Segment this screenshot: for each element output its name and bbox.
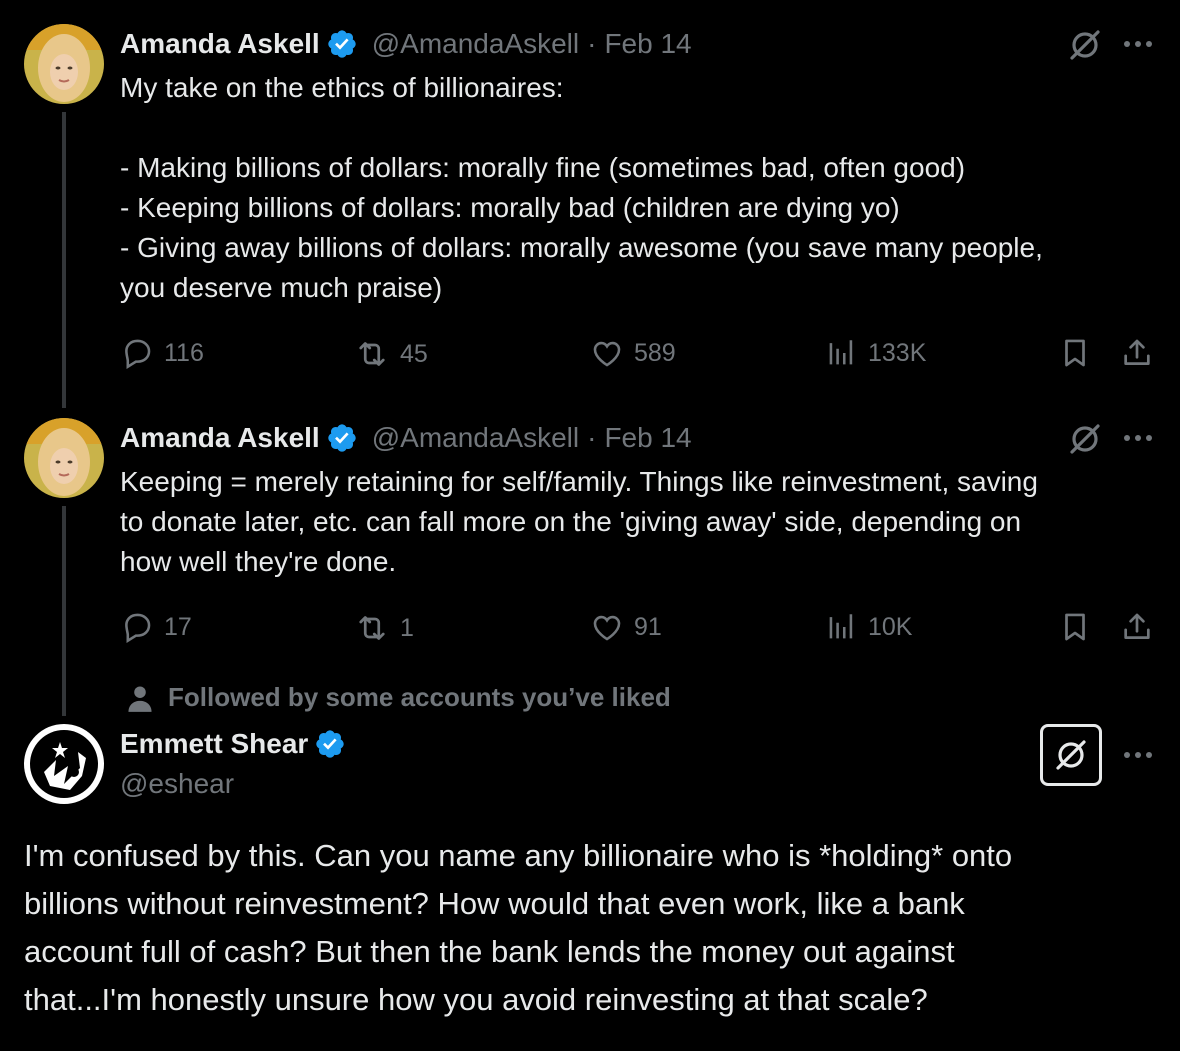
- author-name[interactable]: Amanda Askell: [120, 422, 320, 454]
- tweet-header: Amanda Askell @AmandaAskell · Feb 14: [120, 24, 692, 64]
- reply-icon: [120, 610, 154, 644]
- separator: ·: [587, 28, 597, 59]
- verified-badge-icon: [326, 422, 358, 454]
- tweet-text: My take on the ethics of billionaires: -…: [120, 72, 1043, 303]
- verified-badge-icon: [326, 28, 358, 60]
- grok-icon[interactable]: [1068, 28, 1102, 62]
- avatar[interactable]: [24, 418, 104, 498]
- like-button[interactable]: 91: [590, 610, 662, 644]
- repost-button[interactable]: 45: [354, 336, 428, 372]
- author-handle-row: @eshear: [120, 764, 234, 804]
- grok-icon[interactable]: [1068, 422, 1102, 456]
- reply-icon: [120, 336, 154, 370]
- thread-line: [62, 112, 66, 408]
- separator: ·: [587, 422, 597, 453]
- repost-icon: [354, 610, 390, 646]
- author-name[interactable]: Emmett Shear: [120, 728, 308, 760]
- tweet-text: I'm confused by this. Can you name any b…: [24, 838, 1013, 1017]
- repost-count: 1: [400, 613, 414, 642]
- views-count: 133K: [868, 338, 927, 367]
- like-icon: [590, 336, 624, 370]
- avatar[interactable]: [24, 24, 104, 104]
- more-icon[interactable]: [1124, 752, 1152, 758]
- verified-badge-icon: [314, 728, 346, 760]
- views-button[interactable]: 10K: [824, 610, 912, 644]
- like-count: 589: [634, 338, 676, 367]
- views-count: 10K: [868, 612, 913, 641]
- reply-count: 116: [164, 338, 204, 367]
- bookmark-icon[interactable]: [1058, 336, 1092, 370]
- author-handle[interactable]: @AmandaAskell: [372, 422, 579, 454]
- repost-count: 45: [400, 339, 428, 368]
- avatar[interactable]: [24, 724, 104, 804]
- tweet-header: Amanda Askell @AmandaAskell · Feb 14: [120, 418, 692, 458]
- reply-count: 17: [164, 612, 192, 641]
- author-name[interactable]: Amanda Askell: [120, 28, 320, 60]
- grok-button[interactable]: [1040, 724, 1102, 786]
- like-icon: [590, 610, 624, 644]
- person-icon: [128, 685, 152, 712]
- like-button[interactable]: 589: [590, 336, 676, 370]
- social-context-text: Followed by some accounts you’ve liked: [168, 682, 671, 712]
- tweet-date[interactable]: Feb 14: [604, 422, 691, 454]
- grok-icon: [1054, 738, 1088, 772]
- tweet-text: Keeping = merely retaining for self/fami…: [120, 466, 1038, 577]
- tweet-date[interactable]: Feb 14: [604, 28, 691, 60]
- share-icon[interactable]: [1120, 610, 1154, 644]
- share-icon[interactable]: [1120, 336, 1154, 370]
- repost-icon: [354, 336, 390, 372]
- bookmark-icon[interactable]: [1058, 610, 1092, 644]
- author-handle[interactable]: @AmandaAskell: [372, 28, 579, 60]
- more-icon[interactable]: [1124, 41, 1152, 47]
- like-count: 91: [634, 612, 662, 641]
- social-context: Followed by some accounts you’ve liked: [126, 682, 671, 713]
- views-button[interactable]: 133K: [824, 336, 926, 370]
- author-handle[interactable]: @eshear: [120, 768, 234, 800]
- repost-button[interactable]: 1: [354, 610, 414, 646]
- reply-button[interactable]: 116: [120, 336, 204, 370]
- views-icon: [824, 336, 858, 370]
- reply-button[interactable]: 17: [120, 610, 192, 644]
- more-icon[interactable]: [1124, 435, 1152, 441]
- views-icon: [824, 610, 858, 644]
- tweet-header: Emmett Shear: [120, 724, 346, 764]
- thread-line: [62, 506, 66, 716]
